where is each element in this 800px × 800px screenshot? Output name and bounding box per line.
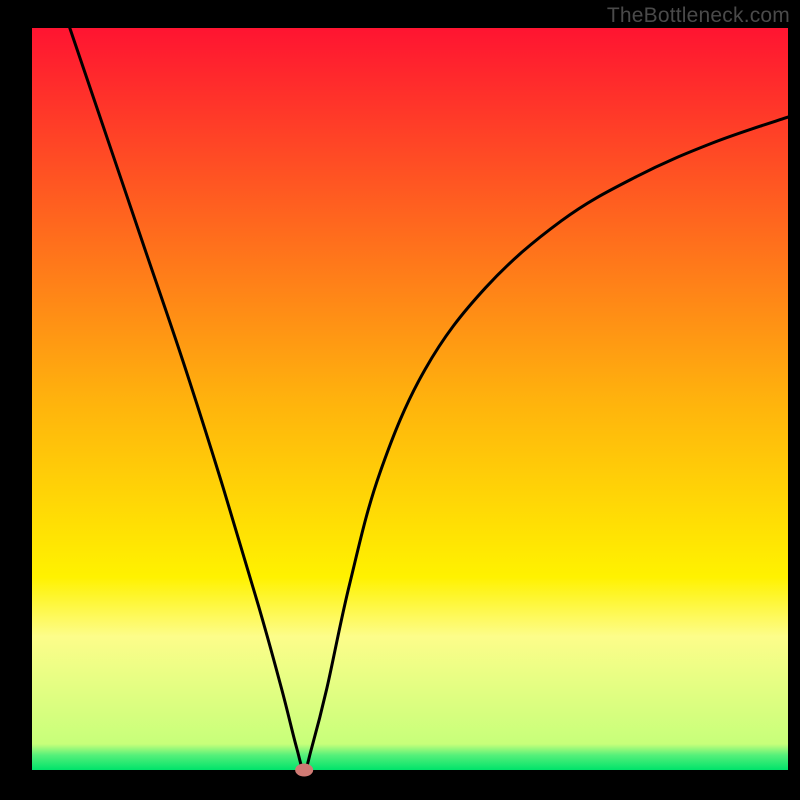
bottleneck-chart — [0, 0, 800, 800]
optimum-marker — [295, 764, 313, 777]
watermark-text: TheBottleneck.com — [607, 4, 790, 28]
chart-frame: TheBottleneck.com — [0, 0, 800, 800]
